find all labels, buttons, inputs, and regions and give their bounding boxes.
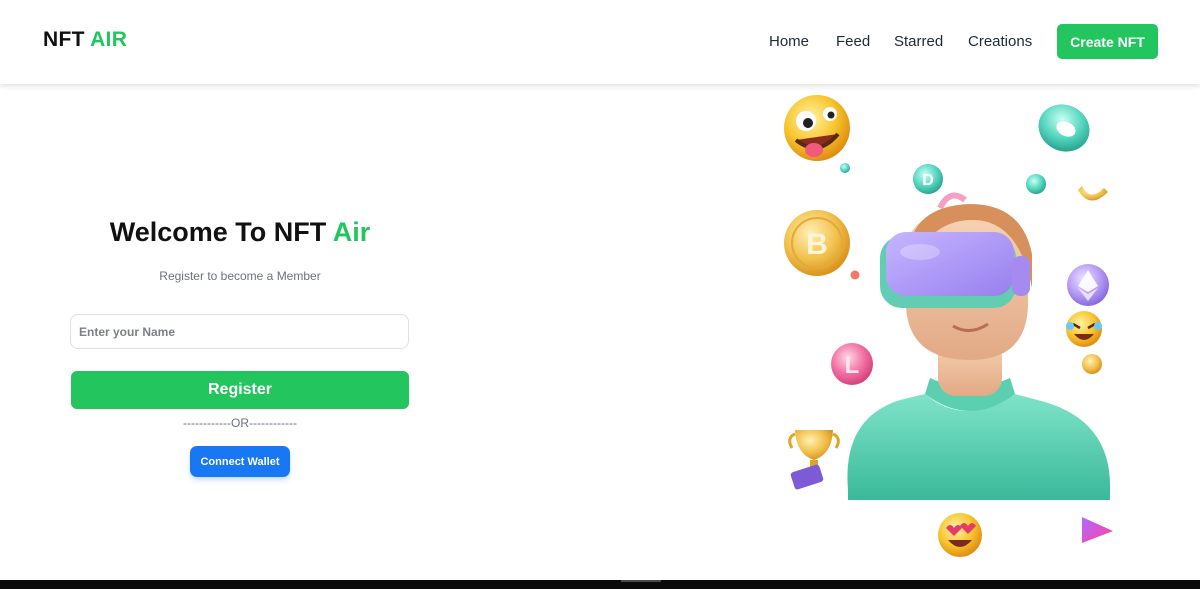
welcome-title-accent: Air xyxy=(332,217,371,247)
bottom-handle xyxy=(621,580,661,582)
top-navbar: NFT AIR Home Feed Starred Creations Crea… xyxy=(0,0,1200,84)
vr-avatar-illustration: D B L xyxy=(784,95,1113,557)
register-button[interactable]: Register xyxy=(71,371,409,409)
connect-wallet-button[interactable]: Connect Wallet xyxy=(190,446,290,477)
dash-coin-icon: D xyxy=(913,164,943,194)
ethereum-coin-icon xyxy=(1067,264,1109,306)
create-nft-button[interactable]: Create NFT xyxy=(1057,24,1158,59)
teal-sphere-icon xyxy=(1026,174,1046,194)
nav-home[interactable]: Home xyxy=(769,33,809,50)
gold-crescent-icon xyxy=(1078,186,1108,201)
nav-starred[interactable]: Starred xyxy=(894,33,943,50)
brand-primary: NFT xyxy=(43,28,85,51)
small-red-dot-icon xyxy=(850,270,860,280)
vr-avatar-icon xyxy=(847,192,1111,500)
or-divider: ------------OR------------ xyxy=(183,416,297,430)
litecoin-coin-icon: L xyxy=(831,343,873,385)
welcome-title-prefix: Welcome To NFT xyxy=(109,217,327,247)
welcome-title: Welcome To NFT Air xyxy=(0,217,480,248)
brand-accent: AIR xyxy=(90,28,128,51)
brand-logo[interactable]: NFT AIR xyxy=(43,28,127,52)
laughing-emoji-icon xyxy=(1066,311,1102,347)
bitcoin-coin-icon: B xyxy=(784,210,850,276)
trophy-icon xyxy=(788,430,840,490)
register-subtitle: Register to become a Member xyxy=(159,269,321,283)
bottom-bar xyxy=(0,580,1200,589)
torus-icon xyxy=(1038,104,1090,152)
nav-feed[interactable]: Feed xyxy=(836,33,870,50)
play-triangle-icon xyxy=(1082,517,1113,543)
heart-eyes-emoji-icon xyxy=(938,513,982,557)
svg-text:L: L xyxy=(845,352,860,379)
name-input[interactable] xyxy=(70,314,409,349)
svg-text:B: B xyxy=(806,228,828,261)
crazy-face-emoji-icon xyxy=(784,95,850,161)
nav-creations[interactable]: Creations xyxy=(968,33,1032,50)
svg-text:D: D xyxy=(922,172,934,189)
gold-sphere-icon xyxy=(1082,354,1102,374)
small-teal-dot-icon xyxy=(840,163,850,173)
